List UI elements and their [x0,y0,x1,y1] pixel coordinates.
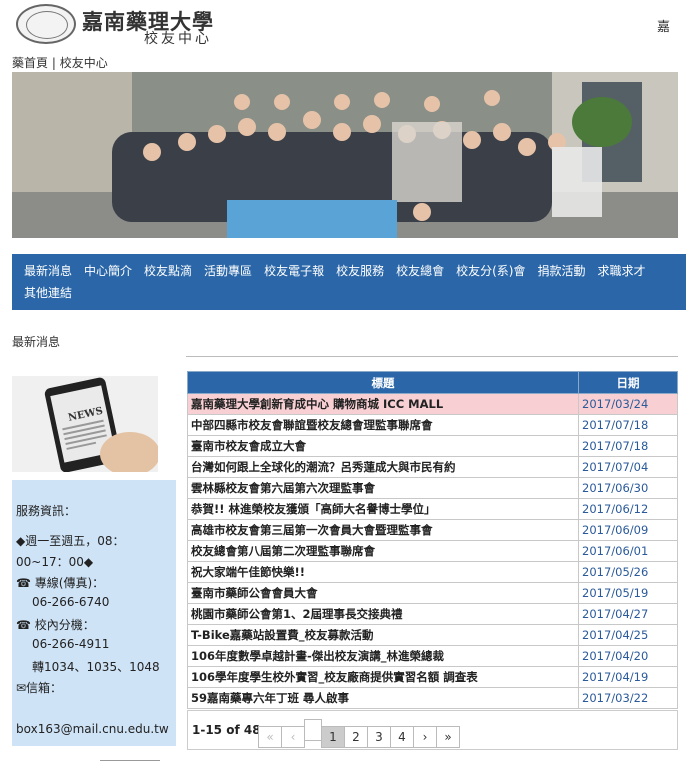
news-date: 2017/06/12 [578,498,678,520]
news-title-link[interactable]: 恭賀!! 林進榮校友獲頒「高師大名譽博士學位」 [187,498,579,520]
news-table: 標題 日期 嘉南藥理大學創新育成中心 購物商城 ICC MALL 2017/03/… [187,371,678,709]
news-title-link[interactable]: 中部四縣市校友會聯誼暨校友總會理監事聯席會 [187,414,579,436]
page-button-1[interactable]: 1 [321,726,345,748]
service-hours-line1: ◆週一至週五，08： [16,534,125,548]
extension-label: ☎ 校內分機： [16,618,95,632]
news-date: 2017/07/04 [578,456,678,478]
news-phone-image: NEWS [12,376,160,476]
first-page-button[interactable]: « [258,726,282,748]
nav-item-alumni-moments[interactable]: 校友點滴 [138,260,198,282]
news-title-link[interactable]: T-Bike嘉藥站設置費_校友募款活動 [187,624,579,646]
news-table-header-row: 標題 日期 [187,371,678,394]
page-button-4[interactable]: 4 [390,726,414,748]
nav-item-donations[interactable]: 捐款活動 [531,260,591,282]
news-date: 2017/06/01 [578,540,678,562]
news-date: 2017/05/26 [578,561,678,583]
table-row[interactable]: 嘉南藥理大學創新育成中心 購物商城 ICC MALL 2017/03/24 [187,393,678,415]
table-row[interactable]: 106學年度學生校外實習_校友廠商提供實習名額 調查表 2017/04/19 [187,666,678,688]
nav-item-enewsletter[interactable]: 校友電子報 [258,260,330,282]
news-date: 2017/03/22 [578,687,678,709]
news-title-link[interactable]: 台灣如何跟上全球化的潮流？呂秀蓮成大與市民有約 [187,456,579,478]
table-row[interactable]: T-Bike嘉藥站設置費_校友募款活動 2017/04/25 [187,624,678,646]
last-page-button[interactable]: » [436,726,460,748]
campus-phone-number: 06-266-4911 [32,637,110,651]
table-row[interactable]: 校友總會第八屆第二次理監事聯席會 2017/06/01 [187,540,678,562]
table-row[interactable]: 高雄市校友會第三屆第一次會員大會暨理監事會 2017/06/09 [187,519,678,541]
table-row[interactable]: 台灣如何跟上全球化的潮流？呂秀蓮成大與市民有約 2017/07/04 [187,456,678,478]
nav-item-branch-associations[interactable]: 校友分(系)會 [450,260,531,282]
news-date: 2017/04/19 [578,666,678,688]
news-title-link[interactable]: 高雄市校友會第三屆第一次會員大會暨理監事會 [187,519,579,541]
phone-fax-label: ☎ 專線(傳真)： [16,576,105,590]
news-title-link[interactable]: 106學年度學生校外實習_校友廠商提供實習名額 調查表 [187,666,579,688]
site-logo[interactable]: 嘉南藥理大學 校友中心 [16,4,213,47]
breadcrumb: 藥首頁 | 校友中心 [12,54,108,71]
section-divider [186,356,678,357]
news-title-link[interactable]: 雲林縣校友會第六屆第六次理監事會 [187,477,579,499]
service-info-label: 服務資訊： [16,504,77,518]
news-title-link[interactable]: 106年度數學卓越計畫-傑出校友演講_林進榮總裁 [187,645,579,667]
page-button-2[interactable]: 2 [344,726,368,748]
table-row[interactable]: 恭賀!! 林進榮校友獲頒「高師大名譽博士學位」 2017/06/12 [187,498,678,520]
breadcrumb-current-link[interactable]: 校友中心 [60,56,108,70]
footer-divider [100,760,160,761]
email-label: ✉信箱： [16,681,63,695]
pagination: «‹ 1 2 3 4 ›» [258,719,460,748]
table-row[interactable]: 桃園市藥師公會第1、2屆理事長交接典禮 2017/04/27 [187,603,678,625]
news-title-link[interactable]: 桃園市藥師公會第1、2屆理事長交接典禮 [187,603,579,625]
nav-item-center-intro[interactable]: 中心簡介 [78,260,138,282]
next-page-button[interactable]: › [413,726,437,748]
breadcrumb-separator: | [51,56,56,70]
news-date: 2017/04/27 [578,603,678,625]
news-date: 2017/06/09 [578,519,678,541]
nav-item-alumni-association[interactable]: 校友總會 [390,260,450,282]
university-seal [16,4,76,44]
banner-group-photo [12,72,678,238]
page-button-3[interactable]: 3 [367,726,391,748]
pagination-info: 1-15 of 48 [192,723,261,737]
news-date: 2017/03/24 [578,393,678,415]
breadcrumb-home-link[interactable]: 藥首頁 [12,56,48,70]
table-row[interactable]: 雲林縣校友會第六屆第六次理監事會 2017/06/30 [187,477,678,499]
logo-center-name: 校友中心 [144,31,212,47]
service-info-panel: 服務資訊： ◆週一至週五，08： 00~17：00◆ ☎ 專線(傳真)： 06-… [12,480,176,746]
nav-item-other-links[interactable]: 其他連結 [18,282,78,304]
nav-item-jobs[interactable]: 求職求才 [592,260,652,282]
table-row[interactable]: 祝大家端午佳節快樂!! 2017/05/26 [187,561,678,583]
site-header: 嘉南藥理大學 校友中心 嘉 [0,0,686,50]
nav-item-alumni-services[interactable]: 校友服務 [330,260,390,282]
section-title: 最新消息 [12,335,61,349]
news-date: 2017/07/18 [578,414,678,436]
news-date: 2017/07/18 [578,435,678,457]
table-row[interactable]: 59嘉南藥專六年丁班 尋人啟事 2017/03/22 [187,687,678,709]
header-right-link[interactable]: 嘉 [657,16,670,35]
news-date: 2017/05/19 [578,582,678,604]
email-address[interactable]: box163@mail.cnu.edu.tw [16,722,169,736]
prev-page-button[interactable]: ‹ [281,726,305,748]
pagination-spacer [304,719,322,741]
table-row[interactable]: 臺南市藥師公會會員大會 2017/05/19 [187,582,678,604]
service-hours-line2: 00~17：00◆ [16,555,94,569]
main-nav: 最新消息 中心簡介 校友點滴 活動專區 校友電子報 校友服務 校友總會 校友分(系)會 捐款活動… [12,254,686,310]
table-row[interactable]: 106年度數學卓越計畫-傑出校友演講_林進榮總裁 2017/04/20 [187,645,678,667]
column-header-title[interactable]: 標題 [187,371,579,394]
pagination-bar: 1-15 of 48 «‹ 1 2 3 4 ›» [187,710,678,750]
news-date: 2017/04/20 [578,645,678,667]
phone-fax-number: 06-266-6740 [32,595,110,609]
extension-numbers: 轉1034、1035、1048 [32,660,160,674]
table-row[interactable]: 臺南市校友會成立大會 2017/07/18 [187,435,678,457]
news-title-link[interactable]: 59嘉南藥專六年丁班 尋人啟事 [187,687,579,709]
news-title-link[interactable]: 臺南市校友會成立大會 [187,435,579,457]
nav-item-events[interactable]: 活動專區 [198,260,258,282]
news-title-link[interactable]: 校友總會第八屆第二次理監事聯席會 [187,540,579,562]
column-header-date[interactable]: 日期 [578,371,678,394]
news-date: 2017/04/25 [578,624,678,646]
news-title-link[interactable]: 嘉南藥理大學創新育成中心 購物商城 ICC MALL [187,393,579,415]
news-date: 2017/06/30 [578,477,678,499]
table-row[interactable]: 中部四縣市校友會聯誼暨校友總會理監事聯席會 2017/07/18 [187,414,678,436]
news-title-link[interactable]: 臺南市藥師公會會員大會 [187,582,579,604]
news-title-link[interactable]: 祝大家端午佳節快樂!! [187,561,579,583]
nav-item-latest-news[interactable]: 最新消息 [18,260,78,282]
